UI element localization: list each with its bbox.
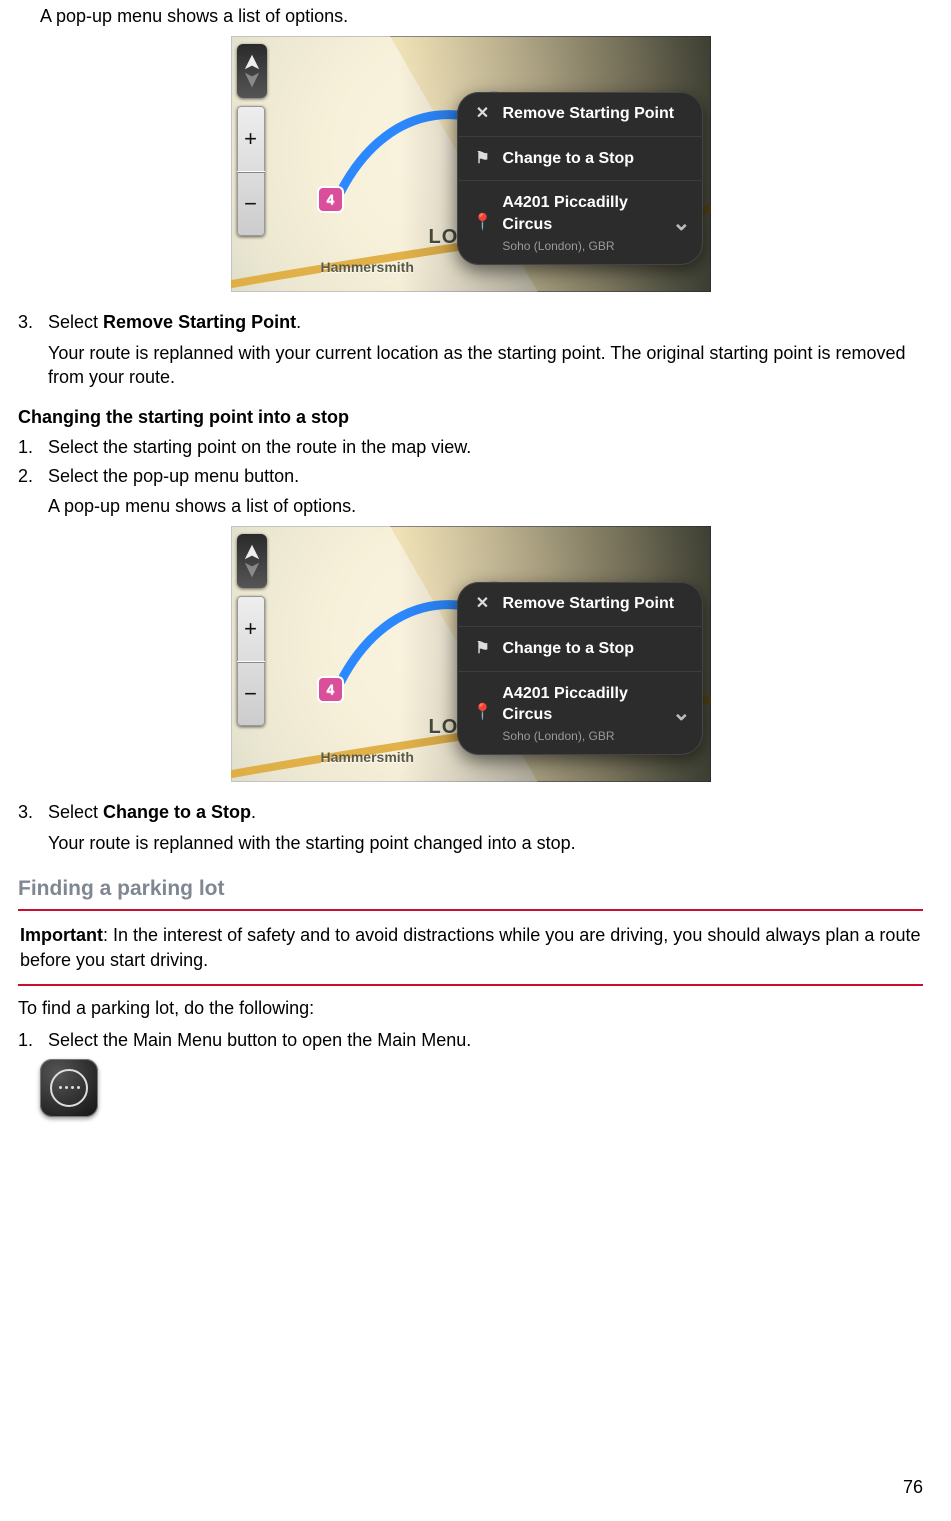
zoom-in-button[interactable]: + [237, 596, 265, 661]
popup-address-info[interactable]: 📍 A4201 Piccadilly Circus Soho (London),… [457, 672, 703, 755]
zoom-control: + − [237, 596, 265, 726]
chevron-down-icon: ⌄ [672, 208, 690, 238]
main-menu-icon [50, 1069, 88, 1107]
flag-icon: ⚑ [473, 148, 493, 170]
step-body: A pop-up menu shows a list of options. [48, 494, 923, 518]
compass-button[interactable] [237, 44, 267, 98]
map-screenshot: 4 LONDON Hammersmith Poplar ⚑ + − ✕ Remo… [231, 526, 711, 782]
list-number: 3. [18, 800, 36, 855]
section-heading-parking: Finding a parking lot [18, 875, 923, 903]
location-icon: 📍 [473, 212, 493, 234]
zoom-control: + − [237, 106, 265, 236]
popup-item-label: Remove Starting Point [503, 593, 675, 615]
popup-remove-starting-point[interactable]: ✕ Remove Starting Point [457, 582, 703, 627]
paragraph: A pop-up menu shows a list of options. [40, 6, 348, 26]
popup-item-label: Change to a Stop [503, 148, 635, 170]
step-body: Your route is replanned with your curren… [48, 341, 923, 390]
popup-change-to-stop[interactable]: ⚑ Change to a Stop [457, 137, 703, 182]
popup-item-label: A4201 Piccadilly Circus Soho (London), G… [502, 192, 668, 253]
compass-button[interactable] [237, 534, 267, 588]
label-hammersmith: Hammersmith [321, 258, 414, 277]
popup-change-to-stop[interactable]: ⚑ Change to a Stop [457, 627, 703, 672]
popup-item-label: A4201 Piccadilly Circus Soho (London), G… [502, 683, 668, 744]
road-shield: 4 [319, 188, 343, 211]
close-icon: ✕ [473, 103, 493, 125]
road-shield: 4 [319, 678, 343, 701]
list-number: 3. [18, 310, 36, 389]
context-popup: ✕ Remove Starting Point ⚑ Change to a St… [457, 92, 703, 265]
popup-item-label: Remove Starting Point [503, 103, 675, 125]
list-number: 1. [18, 435, 36, 459]
flag-icon: ⚑ [473, 638, 493, 660]
paragraph: To find a parking lot, do the following: [18, 996, 923, 1020]
close-icon: ✕ [473, 593, 493, 615]
map-screenshot: 4 LONDON Hammersmith Poplar ⚑ + − ✕ Remo… [231, 36, 711, 292]
document-page: A pop-up menu shows a list of options. 4… [0, 4, 951, 1521]
popup-item-label: Change to a Stop [503, 638, 635, 660]
step-text: Select Remove Starting Point. [48, 312, 301, 332]
popup-remove-starting-point[interactable]: ✕ Remove Starting Point [457, 92, 703, 137]
label-hammersmith: Hammersmith [321, 748, 414, 767]
popup-address-info[interactable]: 📍 A4201 Piccadilly Circus Soho (London),… [457, 181, 703, 264]
main-menu-button[interactable] [40, 1059, 98, 1117]
list-number: 1. [18, 1028, 36, 1052]
step-text: Select the Main Menu button to open the … [48, 1030, 471, 1050]
subheading-change-to-stop: Changing the starting point into a stop [18, 405, 923, 429]
page-number: 76 [903, 1475, 923, 1499]
context-popup: ✕ Remove Starting Point ⚑ Change to a St… [457, 582, 703, 755]
important-label: Important [20, 925, 103, 945]
location-icon: 📍 [473, 702, 493, 724]
zoom-out-button[interactable]: − [237, 171, 265, 237]
important-callout: Important: In the interest of safety and… [18, 917, 923, 978]
zoom-out-button[interactable]: − [237, 661, 265, 727]
list-number: 2. [18, 464, 36, 519]
step-text: Select the starting point on the route i… [48, 437, 471, 457]
step-body: Your route is replanned with the startin… [48, 831, 923, 855]
zoom-in-button[interactable]: + [237, 106, 265, 171]
divider [18, 909, 923, 911]
divider [18, 984, 923, 986]
step-text: Select the pop-up menu button. [48, 466, 299, 486]
step-text: Select Change to a Stop. [48, 802, 256, 822]
important-body: : In the interest of safety and to avoid… [20, 925, 920, 969]
chevron-down-icon: ⌄ [672, 698, 690, 728]
